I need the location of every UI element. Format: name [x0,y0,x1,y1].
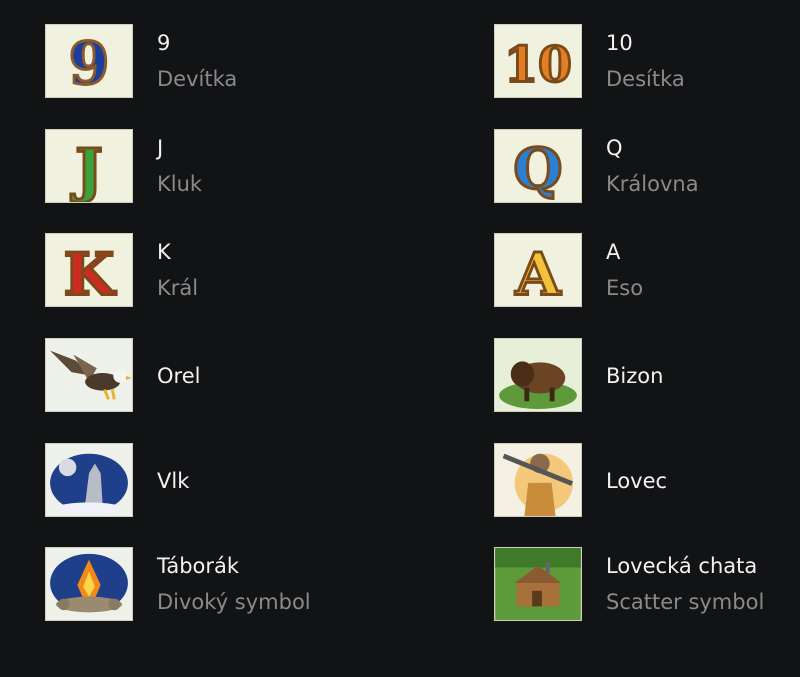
symbol-description: Král [157,276,199,300]
symbol-name: Orel [157,364,201,388]
symbol-ten: 10 10 Desítka [494,24,800,100]
symbol-name: A [606,240,621,264]
symbol-nine: 9 9 Devítka [45,24,385,100]
symbol-paytable: 9 9 Devítka 10 10 Desítka J J Kluk Q Q K… [0,0,800,677]
eagle-icon [45,338,133,412]
symbol-name: Lovecká chata [606,554,758,578]
symbol-name: Q [606,136,623,160]
symbol-name: Bizon [606,364,664,388]
symbol-queen: Q Q Královna [494,129,800,205]
symbol-description: Divoký symbol [157,590,311,614]
symbol-description: Devítka [157,67,238,91]
symbol-description: Eso [606,276,644,300]
symbol-hunter: Lovec [494,443,800,519]
svg-text:9: 9 [69,28,110,97]
hunting-cabin-icon [494,547,582,621]
symbol-name: J [157,136,164,160]
symbol-description: Královna [606,172,699,196]
queen-card-icon: Q [494,129,582,203]
symbol-name: Vlk [157,469,190,493]
king-card-icon: K [45,233,133,307]
symbol-description: Desítka [606,67,685,91]
ace-card-icon: A [494,233,582,307]
ten-card-icon: 10 [494,24,582,98]
symbol-eagle: Orel [45,338,385,414]
symbol-jack: J J Kluk [45,129,385,205]
symbol-wolf: Vlk [45,443,385,519]
svg-text:J: J [70,135,103,202]
symbol-campfire: Táborák Divoký symbol [45,547,385,623]
bison-icon [494,338,582,412]
symbol-name: 10 [606,31,633,55]
svg-text:Q: Q [513,136,562,202]
symbol-name: 9 [157,31,171,55]
svg-text:A: A [514,239,561,306]
symbol-ace: A A Eso [494,233,800,309]
svg-text:10: 10 [504,36,572,93]
symbol-hunting-cabin: Lovecká chata Scatter symbol [494,547,800,623]
jack-card-icon: J [45,129,133,203]
campfire-icon [45,547,133,621]
wolf-icon [45,443,133,517]
hunter-icon [494,443,582,517]
nine-card-icon: 9 [45,24,133,98]
symbol-name: K [157,240,171,264]
symbol-name: Táborák [157,554,240,578]
symbol-king: K K Král [45,233,385,309]
symbol-bison: Bizon [494,338,800,414]
symbol-name: Lovec [606,469,668,493]
svg-text:K: K [64,239,117,306]
symbol-description: Scatter symbol [606,590,765,614]
symbol-description: Kluk [157,172,203,196]
